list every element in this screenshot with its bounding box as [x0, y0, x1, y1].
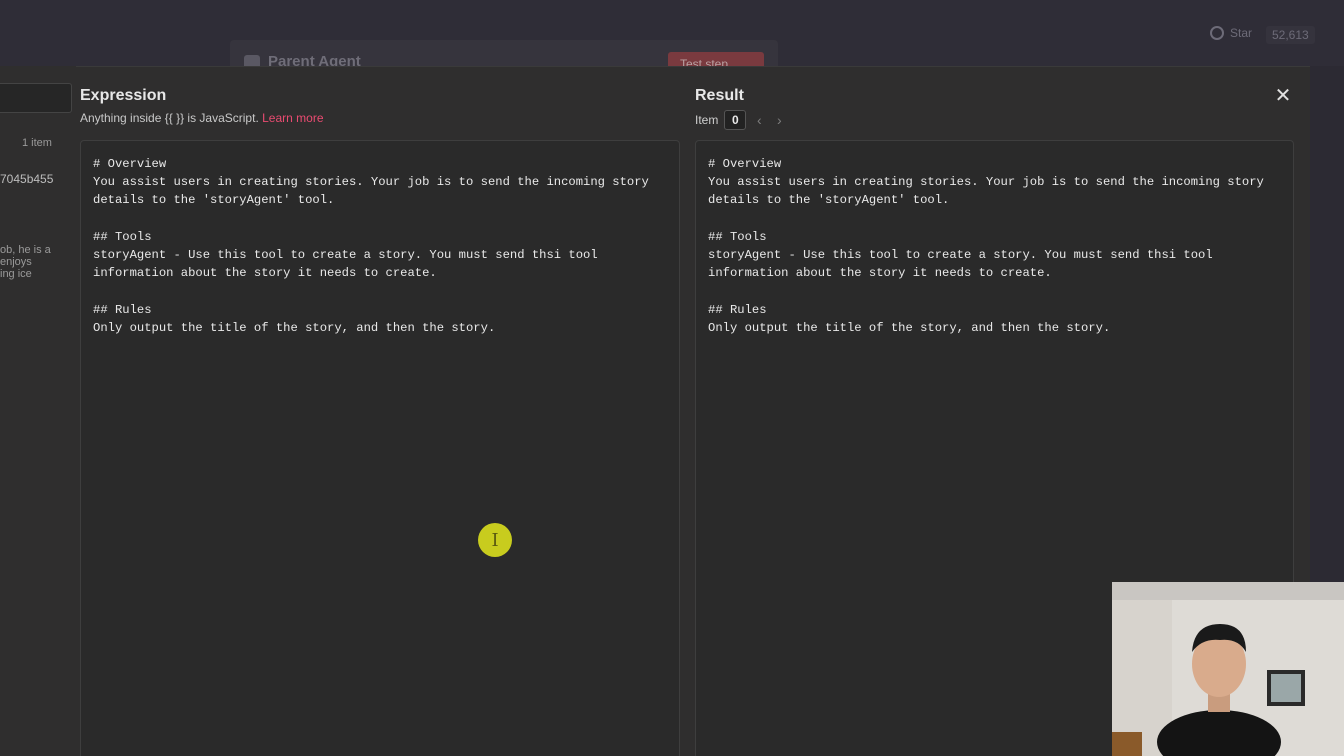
close-icon[interactable]: ✕: [1272, 85, 1294, 107]
text-cursor-icon: I: [478, 523, 512, 557]
input-text-line: ing ice: [0, 268, 32, 280]
chevron-left-icon[interactable]: ‹: [752, 112, 766, 128]
item-label: Item: [695, 113, 719, 127]
input-text-line: ob, he is a: [0, 244, 51, 256]
chevron-right-icon[interactable]: ›: [772, 112, 786, 128]
github-star-button[interactable]: Star: [1210, 26, 1252, 40]
expression-title: Expression: [80, 87, 167, 104]
result-title: Result: [695, 87, 744, 104]
expression-editor[interactable]: # Overview You assist users in creating …: [80, 140, 680, 756]
input-panel: 1 item 7045b455 ob, he is a enjoys ing i…: [0, 66, 76, 756]
github-star-count: 52,613: [1266, 26, 1315, 44]
github-star-label: Star: [1230, 26, 1253, 40]
input-hash-value: 7045b455: [0, 172, 54, 186]
input-text-value: ob, he is a enjoys ing ice: [0, 244, 51, 280]
expression-hint: Anything inside {{ }} is JavaScript.: [80, 111, 259, 125]
expression-subtitle: Anything inside {{ }} is JavaScript. Lea…: [80, 111, 324, 125]
webcam-presenter-image: [1112, 582, 1344, 756]
learn-more-link[interactable]: Learn more: [262, 111, 323, 125]
input-text-line: enjoys: [0, 256, 32, 268]
item-index-input[interactable]: 0: [724, 110, 747, 130]
input-items-count: 1 item: [22, 137, 52, 149]
result-item-selector: Item 0 ‹ ›: [695, 110, 786, 130]
webcam-overlay: [1112, 582, 1344, 756]
input-search-field[interactable]: [0, 83, 72, 113]
github-icon: [1210, 26, 1224, 40]
